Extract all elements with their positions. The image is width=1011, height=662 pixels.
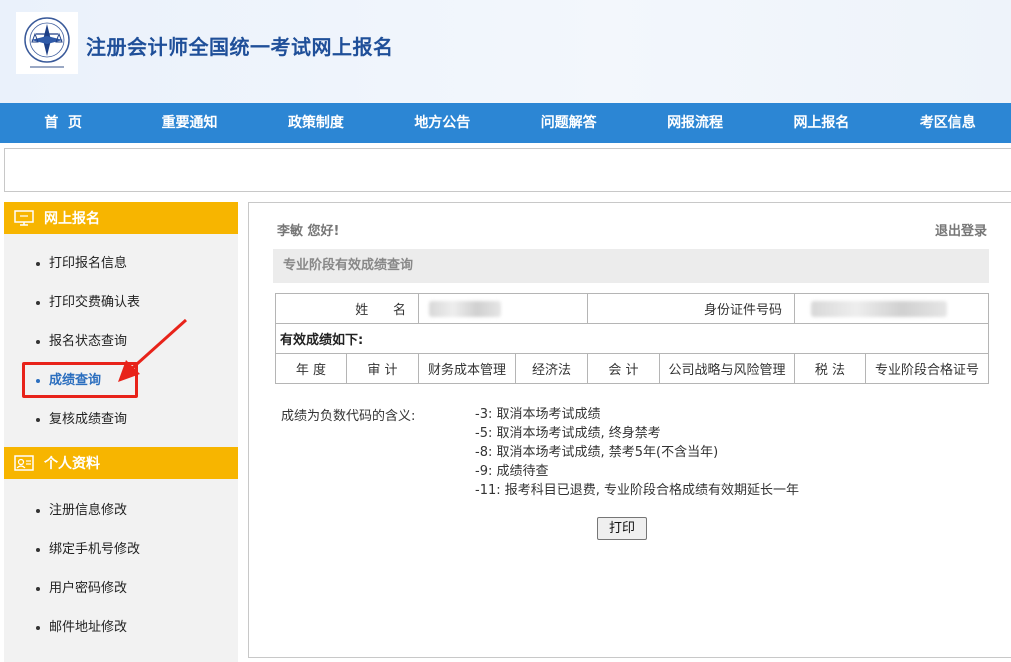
list-item: -11: 报考科目已退费, 专业阶段合格成绩有效期延长一年	[475, 483, 800, 498]
col-economic-law: 经济法	[515, 353, 588, 384]
col-certificate-no: 专业阶段合格证号	[865, 353, 989, 384]
bullet-icon	[36, 418, 40, 422]
redacted-id	[811, 300, 947, 317]
sidebar-item-edit-registration[interactable]: 注册信息修改	[4, 491, 238, 530]
sidebar-header-label: 个人资料	[44, 456, 100, 472]
sidebar-item-label: 注册信息修改	[49, 503, 128, 518]
sidebar-item-label: 打印交费确认表	[49, 295, 141, 310]
list-item: -9: 成绩待查	[475, 464, 549, 479]
bullet-icon	[36, 626, 40, 630]
nav-item-local-announcements[interactable]: 地方公告	[379, 103, 505, 143]
redacted-name	[429, 300, 501, 317]
col-accounting: 会 计	[587, 353, 660, 384]
nav-item-online-registration[interactable]: 网上报名	[758, 103, 884, 143]
sidebar-header-registration: 网上报名	[4, 202, 238, 234]
list-item: -8: 取消本场考试成绩, 禁考5年(不含当年)	[475, 445, 719, 460]
notes-list: -3: 取消本场考试成绩 -5: 取消本场考试成绩, 终身禁考 -8: 取消本场…	[475, 405, 799, 500]
site-title: 注册会计师全国统一考试网上报名	[86, 35, 394, 59]
id-card-icon	[14, 455, 34, 471]
section-title: 专业阶段有效成绩查询	[273, 249, 989, 283]
main-panel: 李敏 您好! 退出登录 专业阶段有效成绩查询 姓 名 身份证件号码 有效成绩如下…	[248, 202, 1011, 658]
user-greeting: 李敏 您好!	[277, 224, 340, 239]
main-nav: 首 页 重要通知 政策制度 地方公告 问题解答 网报流程 网上报名 考区信息	[0, 103, 1011, 143]
nav-item-policies[interactable]: 政策制度	[253, 103, 379, 143]
sidebar-item-score-review[interactable]: 复核成绩查询	[4, 400, 238, 439]
sidebar-item-edit-password[interactable]: 用户密码修改	[4, 569, 238, 608]
sidebar-item-print-registration[interactable]: 打印报名信息	[4, 244, 238, 283]
bullet-icon	[36, 262, 40, 266]
score-table: 姓 名 身份证件号码 有效成绩如下: 年 度 审 计 财务成本管理 经济法 会 …	[275, 293, 989, 384]
nav-item-faq[interactable]: 问题解答	[506, 103, 632, 143]
sidebar-header-profile: 个人资料	[4, 447, 238, 479]
sidebar-item-label: 绑定手机号修改	[49, 542, 141, 557]
red-arrow-icon	[118, 318, 188, 382]
name-value	[418, 293, 588, 324]
monitor-icon	[14, 210, 34, 226]
sidebar-item-label: 打印报名信息	[49, 256, 128, 271]
nav-item-home[interactable]: 首 页	[0, 103, 126, 143]
sidebar-header-label: 网上报名	[44, 211, 100, 227]
print-button[interactable]: 打印	[597, 517, 647, 540]
table-row: 姓 名 身份证件号码	[275, 293, 989, 324]
nav-item-notices[interactable]: 重要通知	[126, 103, 252, 143]
col-financial-cost: 财务成本管理	[418, 353, 516, 384]
sidebar-item-label: 用户密码修改	[49, 581, 128, 596]
id-value	[794, 293, 989, 324]
sidebar-item-edit-email[interactable]: 邮件地址修改	[4, 608, 238, 647]
list-item: -5: 取消本场考试成绩, 终身禁考	[475, 426, 661, 441]
col-strategy-risk: 公司战略与风险管理	[659, 353, 795, 384]
bullet-icon	[36, 340, 40, 344]
scores-caption: 有效成绩如下:	[275, 323, 989, 354]
sidebar: 网上报名 打印报名信息 打印交费确认表 报名状态查询 成绩查询 复核成绩查询 个…	[4, 202, 238, 662]
col-tax-law: 税 法	[794, 353, 866, 384]
table-row: 有效成绩如下:	[275, 323, 989, 354]
notice-bar	[4, 148, 1011, 192]
list-item: -3: 取消本场考试成绩	[475, 407, 601, 422]
name-label: 姓 名	[275, 293, 419, 324]
nav-item-process[interactable]: 网报流程	[632, 103, 758, 143]
logout-link[interactable]: 退出登录	[935, 220, 987, 239]
bullet-icon	[36, 301, 40, 305]
table-header-row: 年 度 审 计 财务成本管理 经济法 会 计 公司战略与风险管理 税 法 专业阶…	[275, 353, 989, 384]
id-label: 身份证件号码	[587, 293, 795, 324]
col-audit: 审 计	[346, 353, 419, 384]
sidebar-item-label: 复核成绩查询	[49, 412, 128, 427]
bullet-icon	[36, 587, 40, 591]
cicpa-emblem-icon[interactable]	[16, 12, 78, 74]
notes-label: 成绩为负数代码的含义:	[281, 409, 416, 424]
nav-item-exam-area[interactable]: 考区信息	[885, 103, 1011, 143]
site-header: 注册会计师全国统一考试网上报名	[0, 0, 1011, 103]
col-year: 年 度	[275, 353, 347, 384]
bullet-icon	[36, 509, 40, 513]
sidebar-item-edit-phone[interactable]: 绑定手机号修改	[4, 530, 238, 569]
bullet-icon	[36, 548, 40, 552]
sidebar-item-label: 邮件地址修改	[49, 620, 128, 635]
